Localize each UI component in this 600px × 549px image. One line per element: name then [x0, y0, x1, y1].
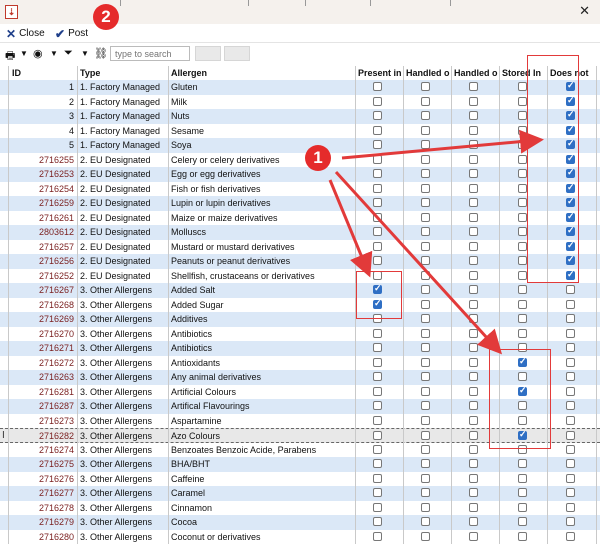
- annotation-arrows: [328, 129, 544, 355]
- annotation-badge-1: 1: [305, 145, 331, 171]
- annotation-badge-2: 2: [93, 4, 119, 30]
